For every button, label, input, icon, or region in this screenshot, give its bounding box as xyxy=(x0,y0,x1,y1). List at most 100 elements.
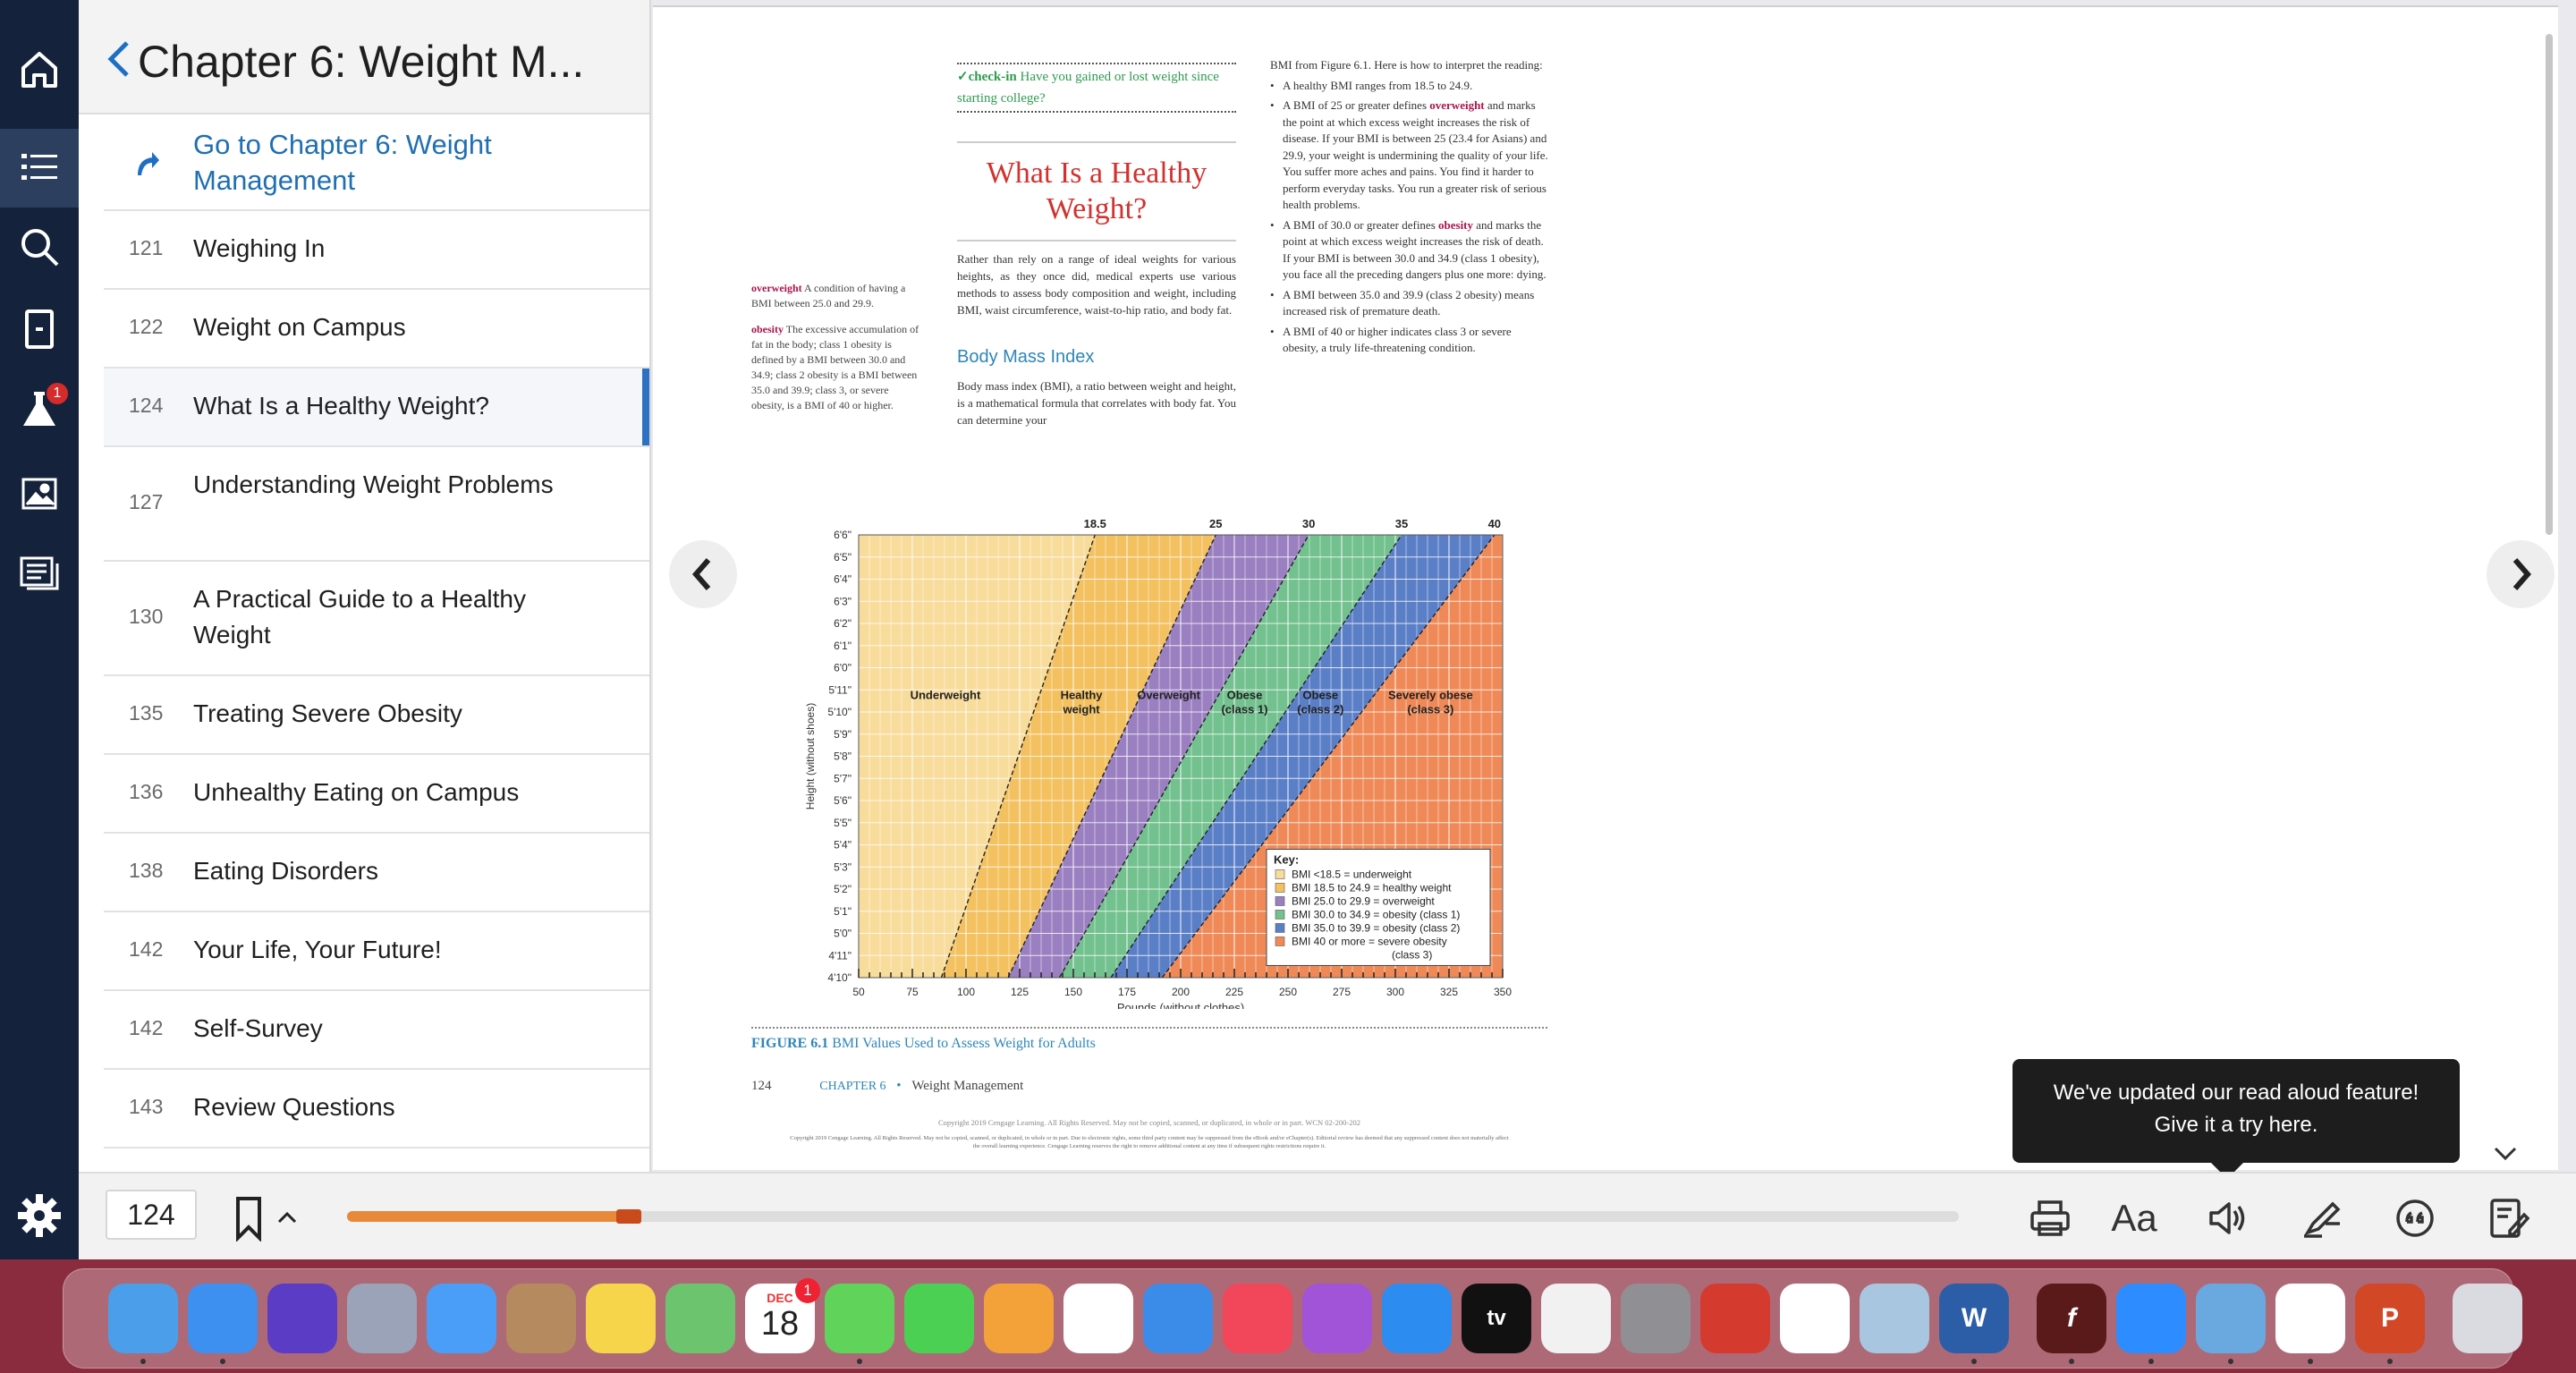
y-tick-label: 4'11" xyxy=(828,949,852,962)
x-tick-label: 300 xyxy=(1386,986,1404,998)
network-utility-icon[interactable] xyxy=(2196,1284,2266,1353)
back-chevron-icon[interactable] xyxy=(104,38,132,81)
search-button[interactable] xyxy=(0,208,79,286)
toc-item[interactable]: 135 Treating Severe Obesity xyxy=(104,676,649,755)
list-item: A BMI between 35.0 and 39.9 (class 2 obe… xyxy=(1270,287,1549,320)
right-intro: BMI from Figure 6.1. Here is how to inte… xyxy=(1270,58,1543,72)
reading-progress-bar[interactable] xyxy=(347,1209,1959,1224)
maps-icon[interactable] xyxy=(665,1284,735,1353)
app-window: 1 Chapter 6: Weight M... Go to Chapter 6… xyxy=(0,0,2576,1373)
intro-paragraph: Rather than rely on a range of ideal wei… xyxy=(957,252,1236,317)
toc-item[interactable]: 124 What Is a Healthy Weight? xyxy=(104,369,649,447)
toc-item[interactable]: 136 Unhealthy Eating on Campus xyxy=(104,755,649,834)
pages-icon[interactable] xyxy=(984,1284,1054,1353)
progress-handle[interactable] xyxy=(616,1209,642,1224)
messages-icon[interactable] xyxy=(825,1284,894,1353)
home-button[interactable] xyxy=(0,30,79,109)
bookmark-icon[interactable] xyxy=(233,1195,268,1242)
toc-item-label: Weight on Campus xyxy=(193,313,406,341)
toc-item[interactable]: 143 Review Questions xyxy=(104,1070,649,1148)
preview-icon[interactable] xyxy=(1860,1284,1929,1353)
chrome-icon[interactable] xyxy=(2275,1284,2345,1353)
toc-panel: Chapter 6: Weight M... Go to Chapter 6: … xyxy=(79,0,651,1172)
textedit-icon[interactable] xyxy=(1541,1284,1611,1353)
podcasts-icon[interactable] xyxy=(1302,1284,1372,1353)
notes-icon[interactable] xyxy=(586,1284,656,1353)
trash-icon[interactable] xyxy=(2453,1284,2522,1353)
app-store-icon[interactable] xyxy=(1382,1284,1452,1353)
music-icon[interactable] xyxy=(1223,1284,1292,1353)
book-button[interactable] xyxy=(0,290,79,369)
folio-chapter: CHAPTER 6 xyxy=(819,1080,886,1093)
running-indicator xyxy=(1971,1359,1977,1364)
apple-tv-icon[interactable]: tv xyxy=(1462,1284,1531,1353)
siri-icon[interactable] xyxy=(267,1284,337,1353)
toc-button[interactable] xyxy=(0,129,79,208)
photo-booth-icon[interactable] xyxy=(1700,1284,1770,1353)
search-icon xyxy=(21,229,59,267)
bmi-boundary-label: 25 xyxy=(1209,517,1222,530)
x-tick-label: 75 xyxy=(906,986,919,998)
tooltip-line-2: Give it a try here. xyxy=(2154,1113,2318,1137)
legend-swatch xyxy=(1275,910,1285,920)
contacts-icon[interactable] xyxy=(506,1284,576,1353)
page-number-input[interactable]: 124 xyxy=(106,1190,197,1240)
keynote-icon[interactable] xyxy=(1143,1284,1213,1353)
legend-swatch xyxy=(1275,896,1285,906)
print-button[interactable] xyxy=(2025,1193,2075,1243)
notes-button[interactable] xyxy=(0,535,79,614)
settings-button[interactable] xyxy=(0,1172,79,1259)
reminders-icon[interactable] xyxy=(1780,1284,1850,1353)
system-preferences-icon[interactable] xyxy=(1621,1284,1690,1353)
citation-button[interactable] xyxy=(2390,1193,2440,1243)
goto-chapter-label: Go to Chapter 6: Weight Management xyxy=(193,129,492,196)
toc-item[interactable]: 138 Eating Disorders xyxy=(104,834,649,912)
finder-icon[interactable] xyxy=(108,1284,178,1353)
x-tick-label: 125 xyxy=(1011,986,1029,998)
powerpoint-icon[interactable]: P xyxy=(2355,1284,2425,1353)
toc-item[interactable]: 121 Weighing In xyxy=(104,211,649,290)
toc-item[interactable]: 142 Self-Survey xyxy=(104,991,649,1070)
x-tick-label: 325 xyxy=(1440,986,1458,998)
y-tick-label: 6'3" xyxy=(834,595,852,607)
read-aloud-tooltip[interactable]: We've updated our read aloud feature! Gi… xyxy=(2012,1059,2460,1179)
next-page-button[interactable] xyxy=(2487,540,2555,608)
image-icon xyxy=(21,478,57,510)
toc-item-page: 142 xyxy=(129,937,164,961)
mail-icon[interactable] xyxy=(427,1284,496,1353)
word-letter: W xyxy=(1961,1303,1987,1333)
viewer-scrollbar[interactable] xyxy=(2546,34,2553,535)
read-aloud-button[interactable] xyxy=(2202,1193,2252,1243)
collapse-button[interactable] xyxy=(2483,1138,2528,1170)
chevron-up-icon[interactable] xyxy=(277,1211,297,1224)
running-indicator xyxy=(2228,1359,2233,1364)
launchpad-icon[interactable] xyxy=(347,1284,417,1353)
bmi-chart: 18.5 25 30 35 40 4'10" 4'11" 5'0" 5'1" 5'2" 5'3" 5'… xyxy=(804,517,1512,1009)
photos-icon[interactable] xyxy=(1063,1284,1133,1353)
toc-item[interactable]: 122 Weight on Campus xyxy=(104,290,649,369)
glossary-overweight: overweight A condition of having a BMI b… xyxy=(751,282,906,309)
toc-item[interactable]: 142 Your Life, Your Future! xyxy=(104,912,649,991)
y-tick-label: 5'8" xyxy=(834,750,852,763)
text-size-button[interactable]: Aa xyxy=(2109,1193,2159,1243)
flash-icon[interactable]: f xyxy=(2037,1284,2106,1353)
zone-label: Healthy xyxy=(1061,689,1104,702)
calendar-icon[interactable]: DEC 18 1 xyxy=(745,1278,820,1353)
toc-list-icon xyxy=(21,154,57,180)
safari-icon[interactable] xyxy=(188,1284,258,1353)
toc-item[interactable]: 130 A Practical Guide to a Healthy Weight xyxy=(104,562,649,676)
toc-item[interactable]: 127 Understanding Weight Problems xyxy=(104,447,649,562)
bmi-paragraph: Body mass index (BMI), a ratio between w… xyxy=(957,379,1236,427)
zoom-icon[interactable] xyxy=(2116,1284,2186,1353)
notebook-button[interactable] xyxy=(2483,1193,2533,1243)
citation-icon xyxy=(2396,1199,2434,1237)
facetime-icon[interactable] xyxy=(904,1284,974,1353)
highlighter-button[interactable] xyxy=(2297,1193,2347,1243)
highlighter-icon xyxy=(2304,1201,2341,1238)
goto-chapter-link[interactable]: Go to Chapter 6: Weight Management xyxy=(104,114,649,211)
powerpoint-letter: P xyxy=(2380,1303,2399,1333)
folio-title: Weight Management xyxy=(911,1079,1024,1093)
labs-button[interactable]: 1 xyxy=(0,370,79,449)
word-icon[interactable]: W xyxy=(1939,1284,2009,1353)
images-button[interactable] xyxy=(0,454,79,533)
